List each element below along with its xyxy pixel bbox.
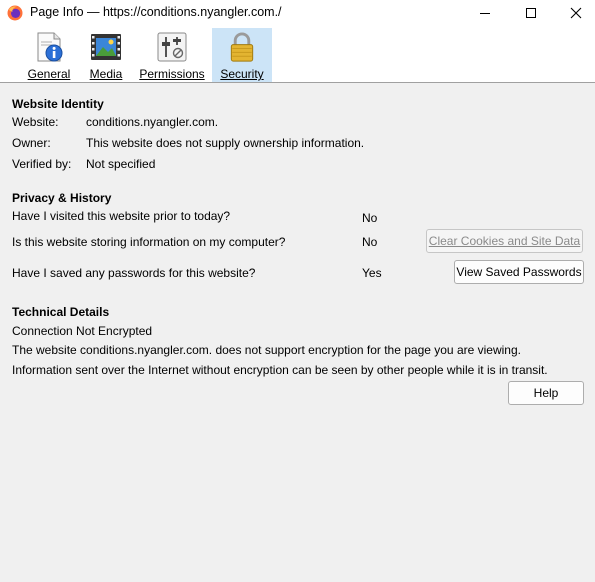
visited-question: Have I visited this website prior to tod… [12,209,231,223]
close-button[interactable] [553,0,595,26]
general-page-icon [37,32,63,62]
view-saved-passwords-label: View Saved Passwords [456,265,582,279]
help-label: Help [533,386,559,400]
clear-cookies-label: Clear Cookies and Site Data [428,234,581,248]
tab-security[interactable]: Security [212,28,272,82]
title-bar: Page Info — https://conditions.nyangler.… [0,0,595,26]
tab-toolbar: General Media Permissions Security [0,26,595,83]
tab-security-label: Security [220,67,264,81]
passwords-question: Have I saved any passwords for this webs… [12,266,256,280]
view-saved-passwords-button[interactable]: View Saved Passwords [454,260,584,284]
media-film-icon [91,34,121,60]
passwords-answer: Yes [362,266,382,280]
tab-permissions[interactable]: Permissions [138,28,206,82]
minimize-button[interactable] [462,0,508,26]
maximize-button[interactable] [508,0,554,26]
owner-value: This website does not supply ownership i… [86,136,365,150]
tab-general[interactable]: General [26,28,72,82]
storing-question: Is this website storing information on m… [12,235,286,249]
connection-status: Connection Not Encrypted [12,324,153,338]
tab-general-label: General [27,67,71,81]
verified-by-value: Not specified [86,157,156,171]
visited-answer: No [362,211,378,225]
help-button[interactable]: Help [508,381,584,405]
tab-media[interactable]: Media [85,28,127,82]
privacy-history-heading: Privacy & History [12,191,112,205]
clear-cookies-button[interactable]: Clear Cookies and Site Data [426,229,583,253]
padlock-icon [230,32,254,62]
maximize-icon [526,8,536,18]
minimize-icon [480,13,490,14]
storing-answer: No [362,235,378,249]
tab-permissions-label: Permissions [139,67,205,81]
encryption-detail-line2: Information sent over the Internet witho… [12,363,548,377]
window-title: Page Info — https://conditions.nyangler.… [30,5,282,19]
permissions-sliders-icon [157,32,187,62]
verified-by-label: Verified by: [12,157,72,171]
tab-media-label: Media [89,67,123,81]
close-icon [570,7,582,19]
website-identity-heading: Website Identity [12,97,104,111]
website-label: Website: [12,115,59,129]
technical-details-heading: Technical Details [12,305,110,319]
owner-label: Owner: [12,136,51,150]
encryption-detail-line1: The website conditions.nyangler.com. doe… [12,343,521,357]
firefox-icon [7,5,23,21]
website-value: conditions.nyangler.com. [86,115,219,129]
